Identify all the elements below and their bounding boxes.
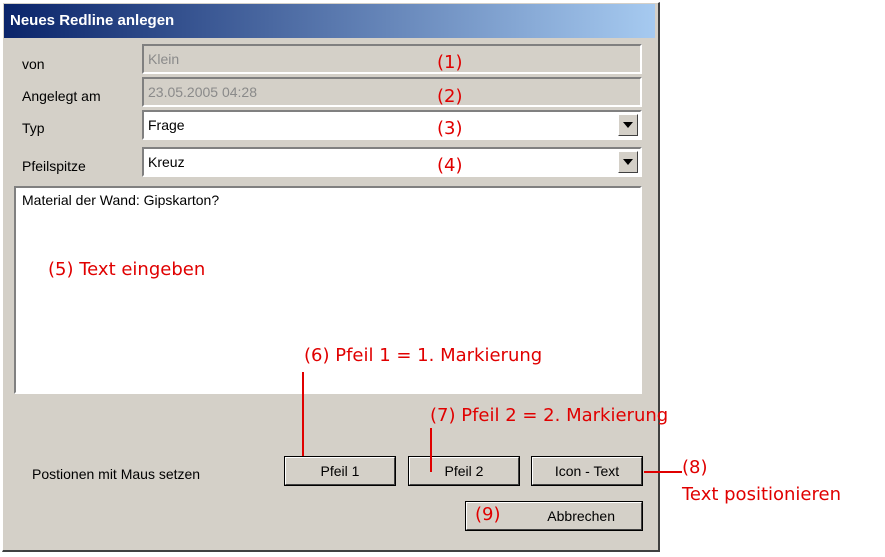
- annotation-6: (6) Pfeil 1 = 1. Markierung: [304, 345, 543, 366]
- angelegt-value: 23.05.2005 04:28: [148, 84, 257, 100]
- annotation-5: (5) Text eingeben: [48, 259, 206, 280]
- typ-label: Typ: [22, 120, 45, 136]
- annotation-8-pointer: [644, 471, 682, 473]
- annotation-4: (4): [437, 155, 463, 176]
- pfeil1-button[interactable]: Pfeil 1: [284, 456, 396, 486]
- pfeilspitze-value: Kreuz: [148, 154, 185, 170]
- annotation-7-pointer: [430, 428, 432, 472]
- annotation-7: (7) Pfeil 2 = 2. Markierung: [430, 405, 669, 426]
- von-value: Klein: [148, 51, 180, 67]
- typ-value: Frage: [148, 117, 185, 133]
- pfeilspitze-label: Pfeilspitze: [22, 158, 86, 174]
- annotation-1: (1): [437, 52, 463, 73]
- icon-text-button[interactable]: Icon - Text: [531, 456, 643, 486]
- typ-select[interactable]: Frage: [142, 110, 642, 140]
- annotation-8-text: Text positionieren: [682, 484, 841, 505]
- annotation-9: (9): [475, 504, 501, 525]
- von-field[interactable]: Klein: [142, 44, 642, 74]
- typ-dropdown-button[interactable]: [618, 114, 638, 136]
- comment-text: Material der Wand: Gipskarton?: [22, 192, 220, 208]
- annotation-3: (3): [437, 118, 463, 139]
- annotation-8: (8): [682, 457, 708, 478]
- annotation-2: (2): [437, 86, 463, 107]
- pfeilspitze-select[interactable]: Kreuz: [142, 147, 642, 177]
- angelegt-field[interactable]: 23.05.2005 04:28: [142, 77, 642, 107]
- chevron-down-icon: [623, 122, 633, 128]
- pfeil2-button[interactable]: Pfeil 2: [408, 456, 520, 486]
- von-label: von: [22, 56, 45, 72]
- dialog-title: Neues Redline anlegen: [4, 4, 655, 38]
- pfeilspitze-dropdown-button[interactable]: [618, 151, 638, 173]
- chevron-down-icon: [623, 159, 633, 165]
- angelegt-label: Angelegt am: [22, 88, 101, 104]
- position-label: Postionen mit Maus setzen: [32, 466, 201, 482]
- annotation-6-pointer: [302, 372, 304, 456]
